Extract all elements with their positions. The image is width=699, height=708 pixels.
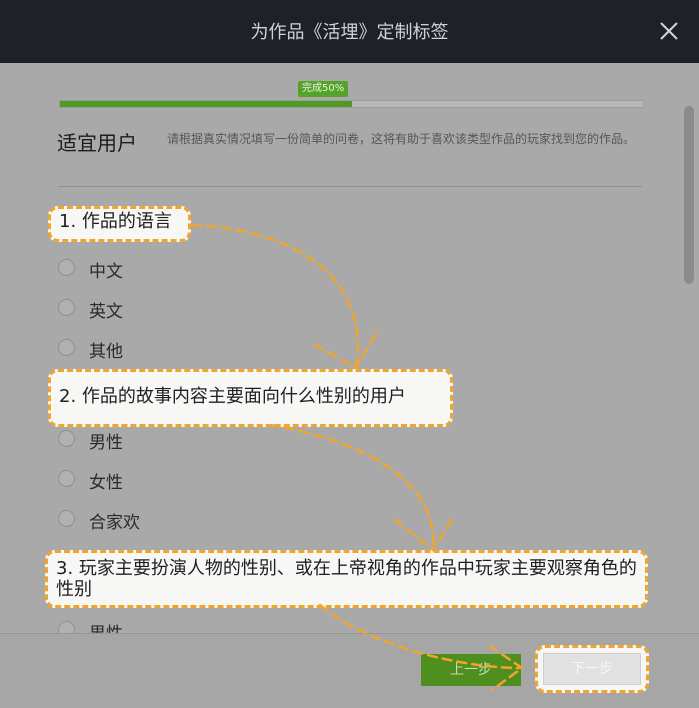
next-step-button[interactable]: 下一步 xyxy=(543,653,641,685)
radio-button[interactable] xyxy=(58,299,75,316)
question-2-label: 2. 作品的故事内容主要面向什么性别的用户 xyxy=(48,369,453,427)
option-label: 女性 xyxy=(89,473,123,493)
option-label: 男性 xyxy=(89,433,123,453)
dialog-title: 为作品《活埋》定制标签 xyxy=(250,22,449,43)
section-title: 适宜用户 xyxy=(57,131,137,155)
progress-bar xyxy=(59,100,644,108)
progress-label: 完成50% xyxy=(298,81,349,97)
option-label: 其他 xyxy=(89,342,123,362)
option-label: 合家欢 xyxy=(89,513,140,533)
option-label: 中文 xyxy=(89,262,123,282)
option-label: 英文 xyxy=(89,302,123,322)
prev-step-button[interactable]: 上一步 xyxy=(421,654,521,686)
radio-button[interactable] xyxy=(58,470,75,487)
questionnaire-content[interactable]: 完成50% 适宜用户 请根据真实情况填写一份简单的问卷，这将有助于喜欢该类型作品… xyxy=(0,63,699,633)
section-description: 请根据真实情况填写一份简单的问卷，这将有助于喜欢该类型作品的玩家找到您的作品。 xyxy=(167,132,636,146)
question-3-label: 3. 玩家主要扮演人物的性别、或在上帝视角的作品中玩家主要观察角色的性别 xyxy=(45,550,648,608)
option-label: 男性 xyxy=(89,619,123,633)
radio-button[interactable] xyxy=(58,621,75,633)
question-1-label: 1. 作品的语言 xyxy=(48,206,191,242)
radio-button[interactable] xyxy=(58,339,75,356)
section-divider xyxy=(58,186,642,187)
radio-button[interactable] xyxy=(58,259,75,276)
close-icon[interactable] xyxy=(658,20,680,42)
tag-dialog: 为作品《活埋》定制标签 完成50% 适宜用户 请根据真实情况填写一份简单的问卷，… xyxy=(0,0,699,708)
scrollbar-thumb[interactable] xyxy=(684,106,694,284)
radio-button[interactable] xyxy=(58,430,75,447)
dialog-titlebar: 为作品《活埋》定制标签 xyxy=(0,0,699,63)
radio-button[interactable] xyxy=(58,510,75,527)
progress-fill xyxy=(60,101,352,107)
